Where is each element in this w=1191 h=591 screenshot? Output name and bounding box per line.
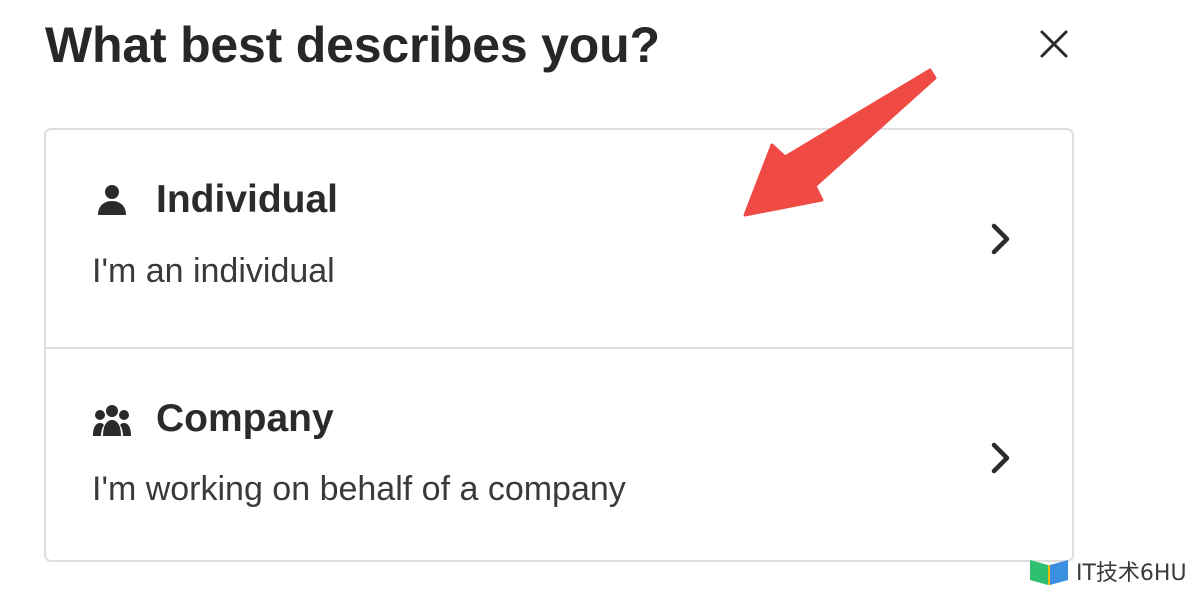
option-company[interactable]: Company I'm working on behalf of a compa…	[46, 347, 1072, 562]
group-icon	[92, 400, 132, 440]
watermark: IT技术6HU	[1028, 556, 1187, 586]
person-icon	[92, 180, 132, 220]
chevron-right-icon	[984, 438, 1018, 478]
option-description: I'm an individual	[92, 252, 335, 290]
dialog-title: What best describes you?	[45, 17, 660, 73]
watermark-logo-icon	[1030, 560, 1068, 585]
annotation-arrow	[743, 68, 937, 217]
option-description: I'm working on behalf of a company	[92, 470, 626, 508]
option-title: Individual	[156, 178, 339, 221]
option-title: Company	[156, 397, 334, 440]
watermark-text: IT技术6HU	[1076, 561, 1187, 586]
close-button[interactable]	[1032, 22, 1076, 66]
close-icon	[1040, 30, 1068, 58]
chevron-right-icon	[984, 219, 1018, 259]
